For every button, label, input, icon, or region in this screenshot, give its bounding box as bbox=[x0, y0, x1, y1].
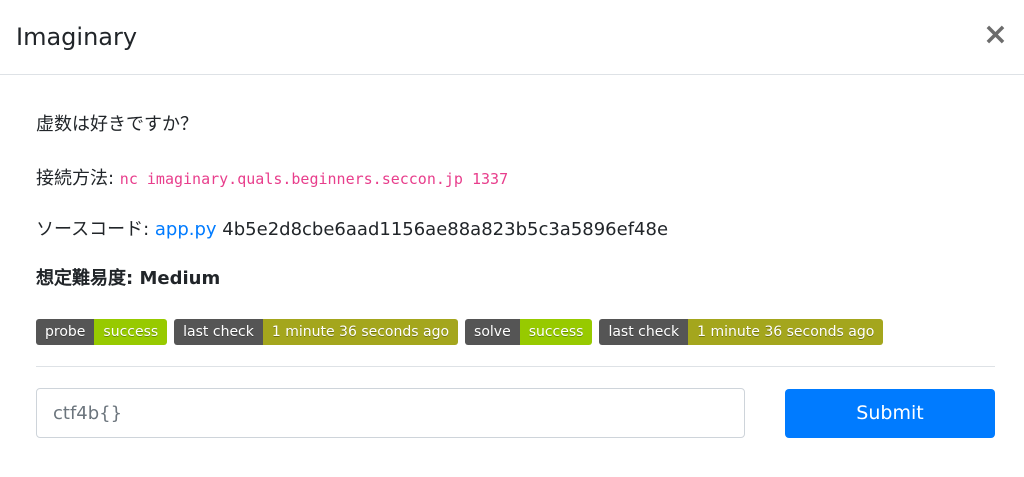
connection-info: 接続方法: nc imaginary.quals.beginners.secco… bbox=[36, 137, 995, 191]
close-icon[interactable]: × bbox=[983, 20, 1008, 50]
submit-button[interactable]: Submit bbox=[785, 388, 995, 438]
badge-label: probe bbox=[36, 319, 95, 345]
source-code-info: ソースコード: app.py 4b5e2d8cbe6aad1156ae88a82… bbox=[36, 191, 995, 242]
solve-status-badge: solve success bbox=[465, 319, 593, 345]
source-hash: 4b5e2d8cbe6aad1156ae88a823b5c3a5896ef48e bbox=[216, 219, 669, 240]
flag-input[interactable] bbox=[36, 388, 745, 438]
challenge-description: 虚数は好きですか？ bbox=[36, 114, 198, 135]
badge-value: 1 minute 36 seconds ago bbox=[262, 319, 459, 345]
flag-form: Submit bbox=[36, 388, 995, 438]
probe-last-check-badge: last check 1 minute 36 seconds ago bbox=[174, 319, 459, 345]
badge-value: success bbox=[94, 319, 168, 345]
status-badges: probe success last check 1 minute 36 sec… bbox=[36, 319, 995, 345]
connection-command: nc imaginary.quals.beginners.seccon.jp 1… bbox=[119, 170, 509, 188]
challenge-modal: Imaginary × 虚数は好きですか？ 接続方法: nc imaginary… bbox=[0, 0, 1024, 477]
badge-value: success bbox=[519, 319, 593, 345]
source-download-link[interactable]: app.py bbox=[155, 219, 217, 240]
connection-label: 接続方法: bbox=[36, 168, 120, 189]
modal-header: Imaginary × bbox=[0, 0, 1024, 75]
modal-title: Imaginary bbox=[16, 23, 138, 51]
modal-body: 虚数は好きですか？ 接続方法: nc imaginary.quals.begin… bbox=[0, 75, 1024, 438]
badge-value: 1 minute 36 seconds ago bbox=[688, 319, 884, 345]
badge-label: last check bbox=[599, 319, 689, 345]
probe-status-badge: probe success bbox=[36, 319, 168, 345]
difficulty: 想定難易度: Medium bbox=[36, 268, 221, 289]
solve-last-check-badge: last check 1 minute 36 seconds ago bbox=[599, 319, 884, 345]
divider bbox=[36, 366, 995, 367]
source-label: ソースコード: bbox=[36, 219, 155, 240]
badge-label: last check bbox=[174, 319, 263, 345]
badge-label: solve bbox=[465, 319, 520, 345]
